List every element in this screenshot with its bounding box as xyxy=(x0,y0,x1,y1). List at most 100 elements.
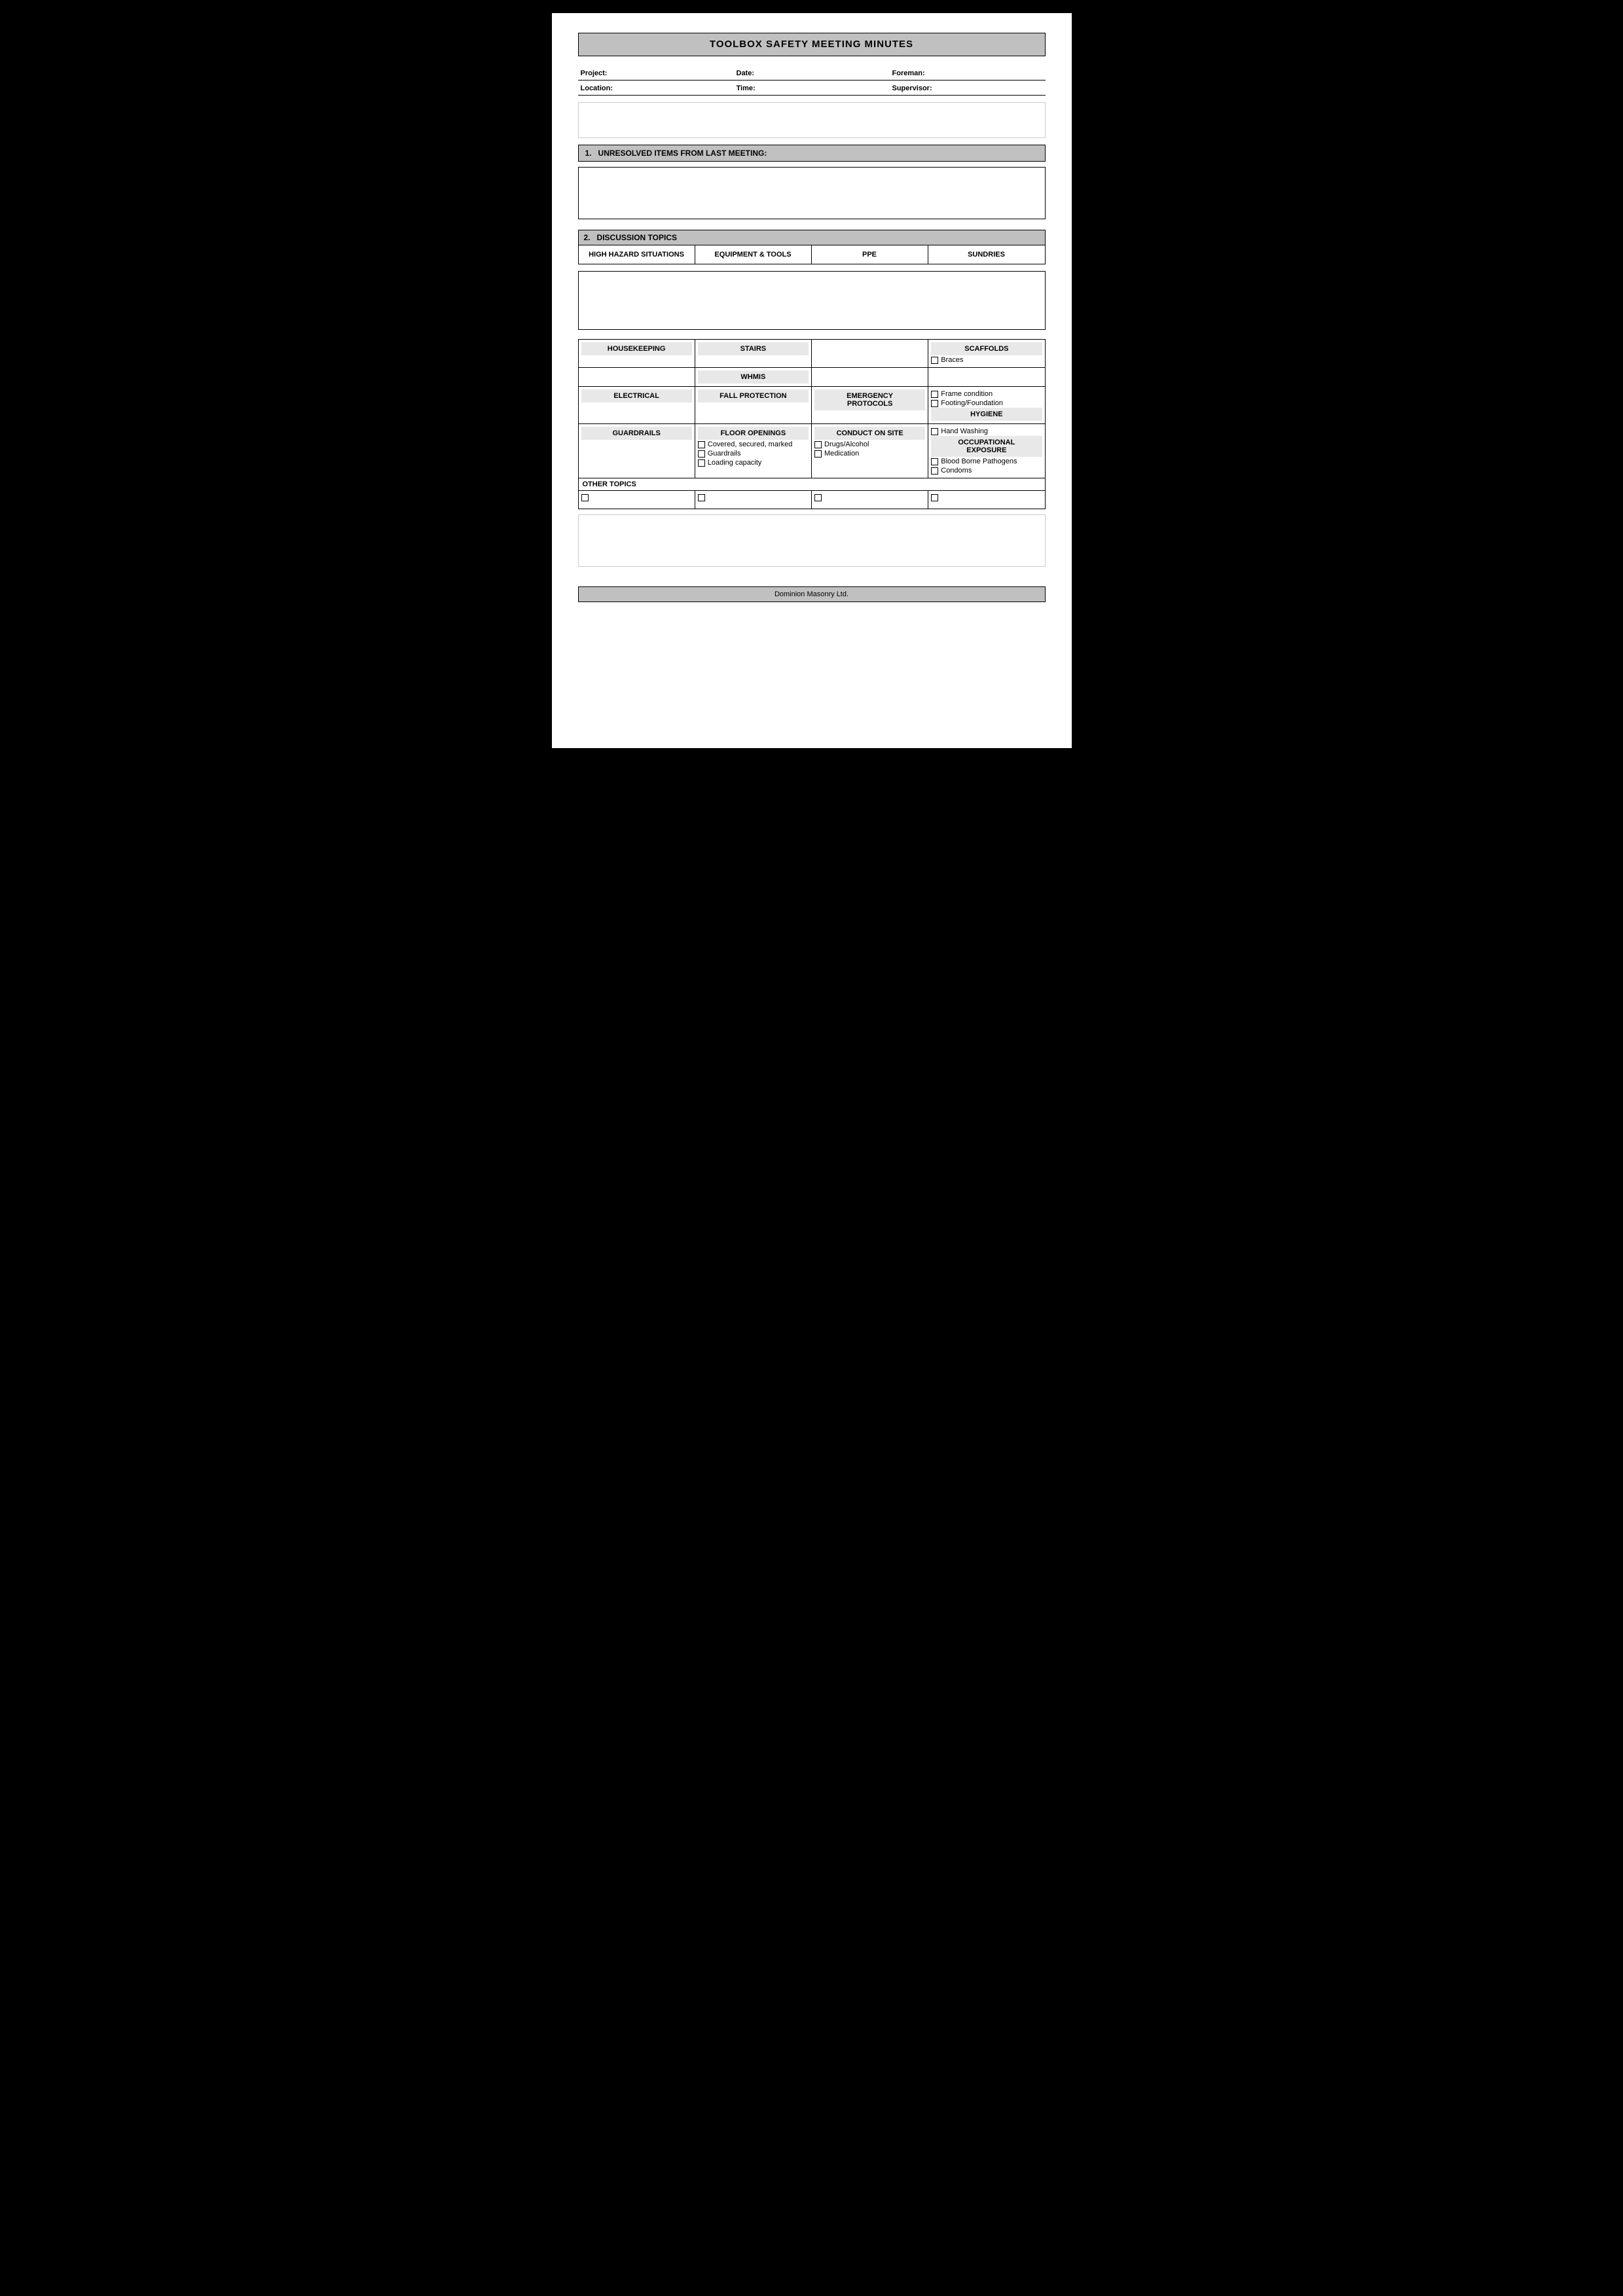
other-topics-label: OTHER TOPICS xyxy=(583,480,636,488)
medication-item[interactable]: Medication xyxy=(814,449,925,458)
table-row: HOUSEKEEPING STAIRS SCAFFOLDS Braces xyxy=(578,340,1045,368)
blood-borne-item[interactable]: Blood Borne Pathogens xyxy=(931,457,1042,466)
other-topic-item-4[interactable] xyxy=(931,493,1042,502)
time-field: Time: xyxy=(734,83,890,94)
floor-openings-label: FLOOR OPENINGS xyxy=(698,427,809,440)
hygiene-details-cell: Hand Washing OCCUPATIONALEXPOSURE Blood … xyxy=(928,424,1045,478)
housekeeping-label: HOUSEKEEPING xyxy=(581,342,692,355)
electrical-label: ELECTRICAL xyxy=(581,389,692,403)
whmis-cell: WHMIS xyxy=(695,368,811,387)
condoms-checkbox[interactable] xyxy=(931,467,938,475)
location-field: Location: xyxy=(578,83,734,94)
table-row: GUARDRAILS FLOOR OPENINGS Covered, secur… xyxy=(578,424,1045,478)
guardrails-floor-item[interactable]: Guardrails xyxy=(698,449,809,458)
other-topics-header-cell: OTHER TOPICS xyxy=(578,478,1045,491)
date-field: Date: xyxy=(734,68,890,79)
drugs-alcohol-item[interactable]: Drugs/Alcohol xyxy=(814,440,925,449)
other-topic-col4[interactable] xyxy=(928,491,1045,509)
guardrails-floor-label: Guardrails xyxy=(708,450,741,457)
project-field: Project: xyxy=(578,68,734,79)
hygiene-label: HYGIENE xyxy=(931,408,1042,421)
condoms-item[interactable]: Condoms xyxy=(931,466,1042,475)
loading-capacity-label: Loading capacity xyxy=(708,459,762,467)
other-topic-col3[interactable] xyxy=(812,491,928,509)
empty-cell-3 xyxy=(812,368,928,387)
frame-condition-label: Frame condition xyxy=(941,390,993,398)
emergency-protocols-label: EMERGENCYPROTOCOLS xyxy=(814,389,925,410)
covered-item[interactable]: Covered, secured, marked xyxy=(698,440,809,449)
guardrails-cell: GUARDRAILS xyxy=(578,424,695,478)
notes-area[interactable] xyxy=(578,514,1046,567)
drugs-alcohol-label: Drugs/Alcohol xyxy=(824,440,869,448)
braces-item[interactable]: Braces xyxy=(931,355,1042,365)
covered-checkbox[interactable] xyxy=(698,441,705,448)
info-row-2: Location: Time: Supervisor: xyxy=(578,83,1046,96)
guardrails-floor-checkbox[interactable] xyxy=(698,450,705,457)
other-topic-item-1[interactable] xyxy=(581,493,692,502)
col-equipment: EQUIPMENT & TOOLS xyxy=(695,245,812,264)
discussion-header: 2. DISCUSSION TOPICS xyxy=(578,230,1046,245)
floor-openings-header-cell: FLOOR OPENINGS Covered, secured, marked … xyxy=(695,424,811,478)
section1-header: 1. UNRESOLVED ITEMS FROM LAST MEETING: xyxy=(578,145,1046,162)
braces-checkbox[interactable] xyxy=(931,357,938,364)
guardrails-label: GUARDRAILS xyxy=(581,427,692,440)
occupational-exposure-label: OCCUPATIONALEXPOSURE xyxy=(931,436,1042,457)
blood-borne-label: Blood Borne Pathogens xyxy=(941,457,1017,465)
col-high-hazard: HIGH HAZARD SITUATIONS xyxy=(579,245,695,264)
braces-label: Braces xyxy=(941,356,963,364)
empty-cell-2 xyxy=(578,368,695,387)
hand-washing-label: Hand Washing xyxy=(941,427,988,435)
discussion-cols: HIGH HAZARD SITUATIONS EQUIPMENT & TOOLS… xyxy=(578,245,1046,264)
fall-protection-label: FALL PROTECTION xyxy=(698,389,809,403)
whmis-label: WHMIS xyxy=(698,370,809,384)
hand-washing-item[interactable]: Hand Washing xyxy=(931,427,1042,436)
footer-bar: Dominion Masonry Ltd. xyxy=(578,586,1046,602)
loading-capacity-checkbox[interactable] xyxy=(698,459,705,467)
other-topic-item-2[interactable] xyxy=(698,493,809,502)
attendance-area xyxy=(578,102,1046,138)
blood-borne-checkbox[interactable] xyxy=(931,458,938,465)
other-topic-col2[interactable] xyxy=(695,491,811,509)
condoms-label: Condoms xyxy=(941,467,972,475)
footing-foundation-item[interactable]: Footing/Foundation xyxy=(931,399,1042,408)
empty-cell-1 xyxy=(812,340,928,368)
hand-washing-checkbox[interactable] xyxy=(931,428,938,435)
loading-capacity-item[interactable]: Loading capacity xyxy=(698,458,809,467)
discussion-section: 2. DISCUSSION TOPICS HIGH HAZARD SITUATI… xyxy=(578,230,1046,264)
other-topic-checkbox-1[interactable] xyxy=(581,494,589,501)
conduct-on-site-cell: CONDUCT ON SITE Drugs/Alcohol Medication xyxy=(812,424,928,478)
stairs-cell: STAIRS xyxy=(695,340,811,368)
footer-text: Dominion Masonry Ltd. xyxy=(775,590,848,598)
other-topic-checkbox-2[interactable] xyxy=(698,494,705,501)
scaffolds-label: SCAFFOLDS xyxy=(931,342,1042,355)
table-row: WHMIS xyxy=(578,368,1045,387)
scaffolds-cell: SCAFFOLDS Braces xyxy=(928,340,1045,368)
covered-label: Covered, secured, marked xyxy=(708,440,793,448)
supervisor-field: Supervisor: xyxy=(890,83,1046,94)
medication-label: Medication xyxy=(824,450,859,457)
other-topic-checkbox-4[interactable] xyxy=(931,494,938,501)
medication-checkbox[interactable] xyxy=(814,450,822,457)
title-bar: TOOLBOX SAFETY MEETING MINUTES xyxy=(578,33,1046,56)
foreman-field: Foreman: xyxy=(890,68,1046,79)
drugs-alcohol-checkbox[interactable] xyxy=(814,441,822,448)
footing-foundation-checkbox[interactable] xyxy=(931,400,938,407)
empty-cell-4 xyxy=(928,368,1045,387)
other-topic-item-3[interactable] xyxy=(814,493,925,502)
frame-condition-checkbox[interactable] xyxy=(931,391,938,398)
other-topics-row: OTHER TOPICS xyxy=(578,478,1045,491)
scaffold-details-cell: Frame condition Footing/Foundation HYGIE… xyxy=(928,387,1045,424)
conduct-on-site-label: CONDUCT ON SITE xyxy=(814,427,925,440)
unresolved-area[interactable] xyxy=(578,167,1046,219)
stairs-label: STAIRS xyxy=(698,342,809,355)
col-ppe: PPE xyxy=(812,245,928,264)
checklist-table: HOUSEKEEPING STAIRS SCAFFOLDS Braces xyxy=(578,339,1046,509)
other-topic-checkbox-3[interactable] xyxy=(814,494,822,501)
topics-area[interactable] xyxy=(578,271,1046,330)
footing-foundation-label: Footing/Foundation xyxy=(941,399,1003,407)
frame-condition-item[interactable]: Frame condition xyxy=(931,389,1042,399)
emergency-protocols-cell: EMERGENCYPROTOCOLS xyxy=(812,387,928,424)
other-topics-blank-row xyxy=(578,491,1045,509)
fall-protection-cell: FALL PROTECTION xyxy=(695,387,811,424)
other-topic-col1[interactable] xyxy=(578,491,695,509)
